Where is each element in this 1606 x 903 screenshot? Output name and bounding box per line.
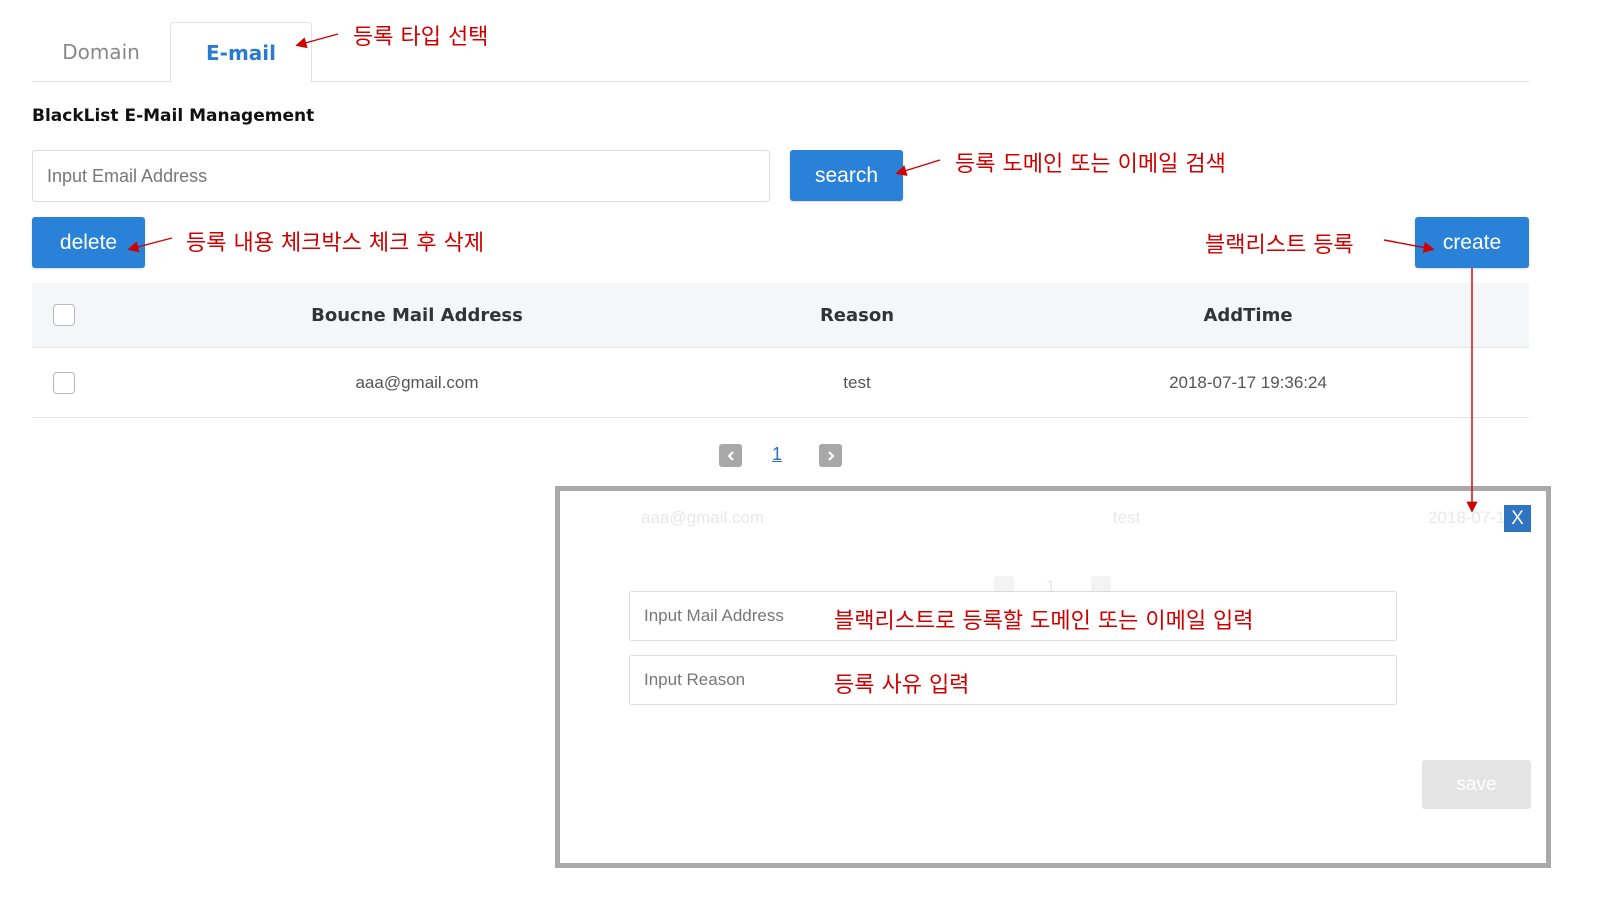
row-select-cell: [32, 348, 96, 417]
delete-button[interactable]: delete: [32, 217, 145, 268]
column-header-addtime: AddTime: [1203, 304, 1293, 326]
column-header-reason: Reason: [819, 304, 895, 326]
search-input[interactable]: [32, 150, 770, 202]
annotation-reason-input: 등록 사유 입력: [834, 673, 970, 698]
select-all-checkbox[interactable]: [53, 304, 75, 326]
tab-bar: Domain E-mail: [32, 22, 1529, 83]
cell-reason: test: [843, 372, 871, 392]
search-button[interactable]: search: [790, 150, 903, 201]
arrow-search: [895, 159, 941, 176]
cell-address: aaa@gmail.com: [355, 372, 479, 392]
annotation-tab-select: 등록 타입 선택: [353, 25, 489, 50]
prev-page-button[interactable]: [719, 444, 742, 467]
save-button[interactable]: save: [1422, 760, 1531, 809]
ghost-time: 2018-07-1: [1428, 508, 1506, 527]
tab-domain[interactable]: Domain: [32, 22, 170, 82]
annotation-delete: 등록 내용 체크박스 체크 후 삭제: [186, 231, 485, 256]
chevron-left-icon: [726, 450, 734, 461]
table-header: Boucne Mail Address Reason AddTime: [32, 283, 1529, 348]
reason-input[interactable]: [629, 655, 1397, 705]
select-all-cell: [32, 283, 96, 347]
ghost-reason: test: [1113, 508, 1141, 527]
blacklist-table: Boucne Mail Address Reason AddTime aaa@g…: [32, 283, 1529, 418]
row-checkbox[interactable]: [53, 371, 75, 394]
annotation-create: 블랙리스트 등록: [1205, 233, 1354, 258]
create-modal: aaa@gmail.com test 2018-07-1 1 X save: [555, 486, 1551, 868]
section-title: BlackList E-Mail Management: [32, 106, 315, 126]
ghost-address: aaa@gmail.com: [641, 508, 765, 527]
next-page-button[interactable]: [819, 444, 842, 467]
table-row: aaa@gmail.com test 2018-07-17 19:36:24: [32, 348, 1529, 418]
page-number-link[interactable]: 1: [772, 444, 782, 465]
annotation-mail-input: 블랙리스트로 등록할 도메인 또는 이메일 입력: [834, 609, 1254, 634]
column-header-address: Boucne Mail Address: [311, 304, 523, 326]
chevron-right-icon: [827, 450, 835, 461]
create-button[interactable]: create: [1415, 217, 1529, 268]
cell-addtime: 2018-07-17 19:36:24: [1169, 372, 1327, 392]
tab-email[interactable]: E-mail: [170, 22, 312, 83]
annotation-search: 등록 도메인 또는 이메일 검색: [955, 152, 1226, 177]
close-button[interactable]: X: [1504, 505, 1531, 532]
